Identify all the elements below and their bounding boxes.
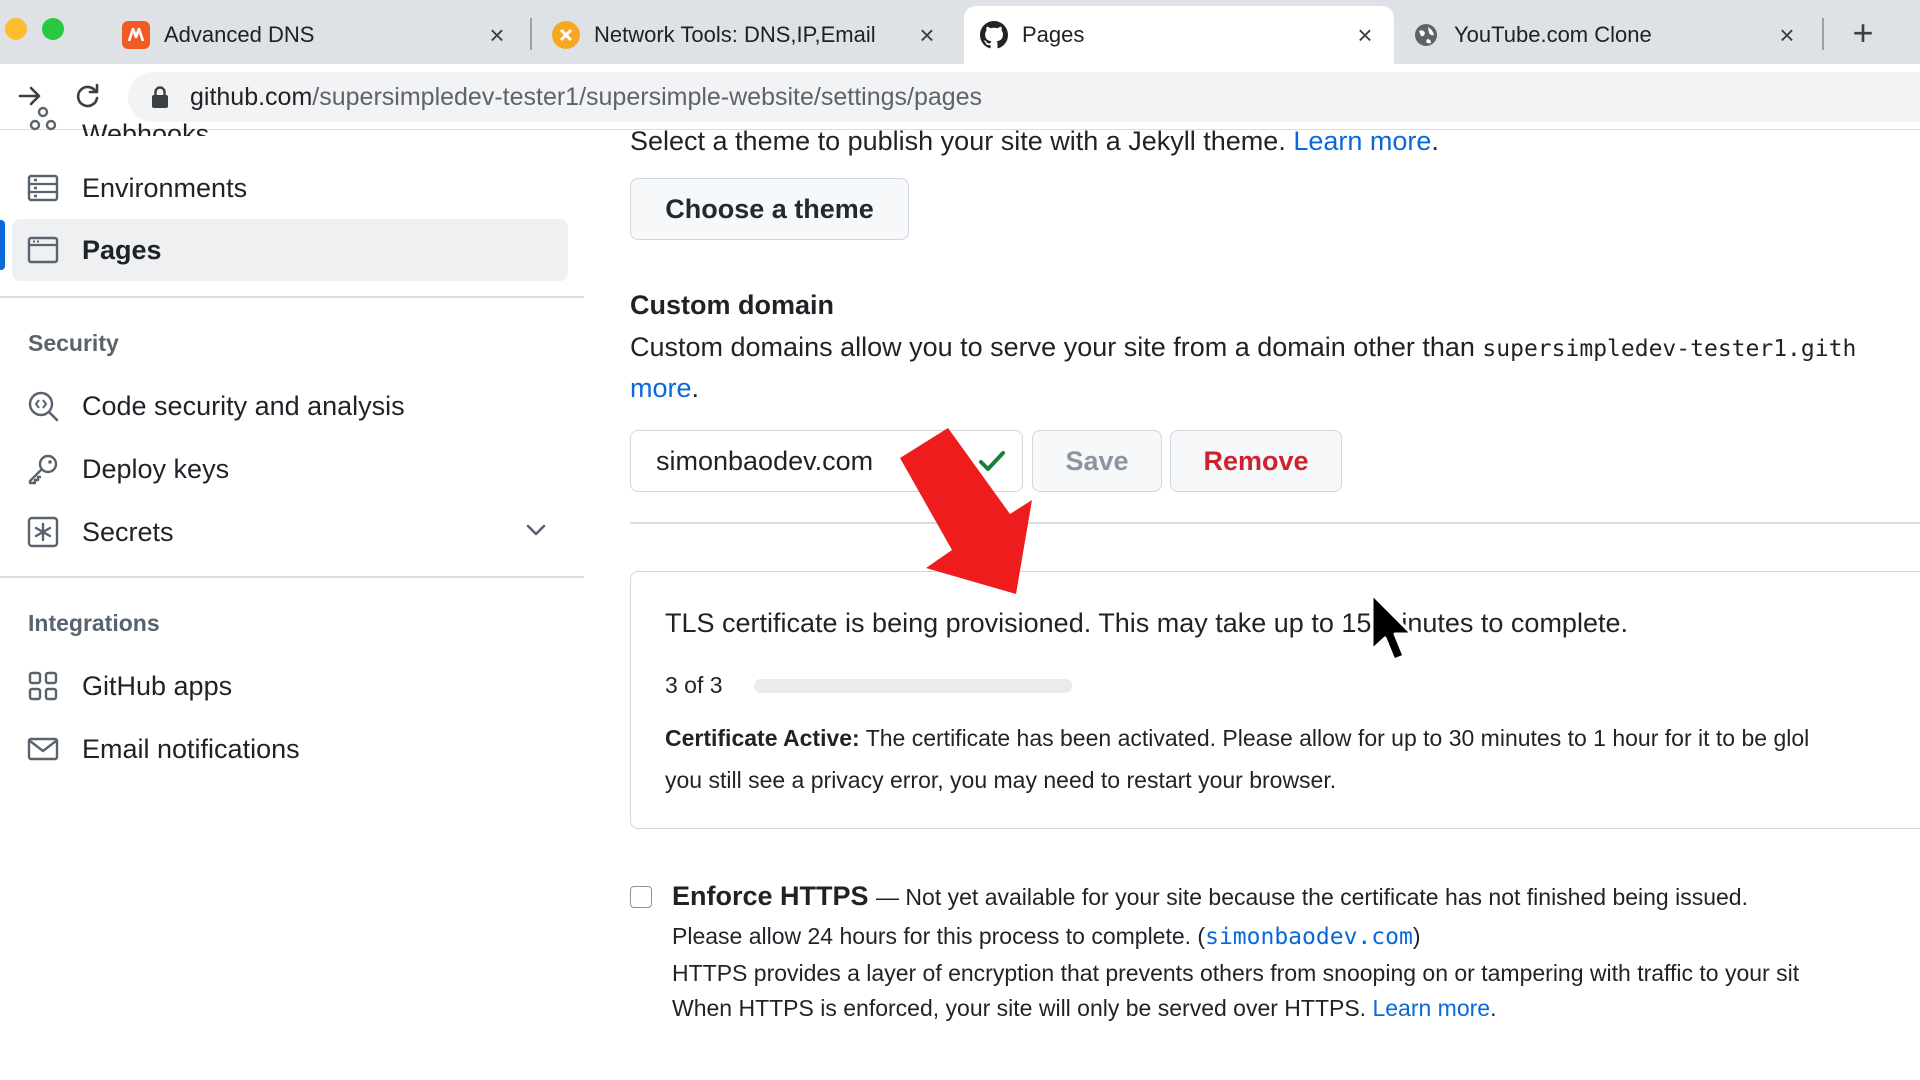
sidebar-heading-integrations: Integrations (28, 610, 160, 636)
chevron-down-icon[interactable] (524, 518, 548, 547)
tab-separator (1822, 18, 1824, 50)
tls-progress-label: 3 of 3 (665, 672, 723, 698)
webhook-icon (26, 102, 60, 136)
mxtoolbox-icon (552, 21, 580, 49)
sidebar-item-label: Environments (82, 172, 248, 203)
custom-domain-text: Custom domains allow you to serve your s… (630, 332, 1475, 362)
sidebar-item-label: Webhooks (82, 119, 210, 136)
sidebar-item-environments[interactable]: Environments (12, 157, 568, 219)
sidebar-item-email-notifications[interactable]: Email notifications (12, 718, 568, 780)
custom-domain-link[interactable]: simonbaodev.com (1205, 924, 1413, 950)
https-wait-text: Please allow 24 hours for this process t… (672, 923, 1206, 949)
tab-title: Pages (1022, 22, 1085, 47)
apps-icon (26, 669, 60, 703)
sidebar-item-label: Email notifications (82, 733, 300, 764)
red-annotation-arrow-icon (900, 428, 1032, 594)
custom-domain-more-link[interactable]: more (630, 373, 692, 403)
sidebar-item-label: Secrets (82, 516, 174, 547)
close-tab-icon[interactable]: × (1352, 20, 1378, 51)
theme-description: Select a theme to publish your site with… (630, 126, 1439, 157)
choose-theme-button[interactable]: Choose a theme (630, 178, 909, 240)
certificate-active-text-2: you still see a privacy error, you may n… (665, 767, 1337, 793)
sidebar-item-webhooks[interactable]: Webhooks (12, 96, 568, 136)
sidebar-divider (0, 576, 584, 578)
https-explainer: HTTPS provides a layer of encryption tha… (672, 960, 1800, 986)
enforce-https-label: Enforce HTTPS — Not yet available for yo… (672, 881, 1748, 912)
sidebar-item-label: Deploy keys (82, 453, 230, 484)
close-tab-icon[interactable]: × (1774, 20, 1800, 51)
https-enforced-text: When HTTPS is enforced, your site will o… (672, 995, 1367, 1021)
sidebar-item-deploy-keys[interactable]: Deploy keys (12, 438, 568, 500)
save-button[interactable]: Save (1032, 430, 1162, 492)
maximize-window-button[interactable] (42, 18, 64, 40)
close-tab-icon[interactable]: × (914, 20, 940, 51)
theme-learn-more-link[interactable]: Learn more (1293, 126, 1431, 156)
asterisk-square-icon (26, 515, 60, 549)
namecheap-icon (122, 21, 150, 49)
default-domain-code: supersimpledev-tester1.gith (1482, 336, 1857, 362)
custom-domain-heading: Custom domain (630, 290, 835, 320)
tab-separator (530, 18, 532, 50)
sidebar-item-pages[interactable]: Pages (12, 219, 568, 281)
tab-title: YouTube.com Clone (1454, 22, 1652, 47)
enforce-https-checkbox[interactable] (630, 886, 652, 908)
sidebar-item-code-security[interactable]: Code security and analysis (12, 375, 568, 437)
certificate-active-label: Certificate Active: (665, 725, 860, 751)
period: . (691, 373, 700, 403)
sidebar-heading-security: Security (28, 330, 119, 356)
sidebar-item-label: Pages (82, 234, 162, 265)
enforce-https-note: — Not yet available for your site becaus… (876, 884, 1748, 910)
tls-status-box: TLS certificate is being provisioned. Th… (630, 571, 1920, 829)
browser-tab-youtube-clone[interactable]: YouTube.com Clone × (1396, 6, 1816, 64)
browser-tab-advanced-dns[interactable]: Advanced DNS × (106, 6, 526, 64)
sidebar-divider (0, 296, 584, 298)
paren-close: ) (1412, 923, 1421, 949)
pages-settings-content: Select a theme to publish your site with… (630, 126, 1920, 1080)
mail-icon (26, 732, 60, 766)
sidebar-item-label: Code security and analysis (82, 390, 405, 421)
period: . (1490, 995, 1497, 1021)
https-learn-more-link[interactable]: Learn more (1372, 995, 1490, 1021)
server-icon (26, 171, 60, 205)
codescan-icon (26, 389, 60, 423)
tab-title: Advanced DNS (164, 22, 315, 47)
sidebar-item-github-apps[interactable]: GitHub apps (12, 655, 568, 717)
custom-domain-more: more. (630, 373, 699, 404)
active-indicator (0, 220, 5, 270)
globe-icon (1412, 21, 1440, 49)
browser-window-icon (26, 233, 60, 267)
theme-text: Select a theme to publish your site with… (630, 126, 1286, 156)
sidebar-item-secrets[interactable]: Secrets (12, 501, 568, 563)
tls-status-title: TLS certificate is being provisioned. Th… (665, 608, 1628, 638)
certificate-active-text: The certificate has been activated. Plea… (865, 725, 1810, 751)
browser-tab-strip: Advanced DNS × Network Tools: DNS,IP,Ema… (0, 0, 1920, 64)
section-divider (630, 522, 1920, 524)
github-icon (980, 21, 1008, 49)
close-tab-icon[interactable]: × (484, 20, 510, 51)
https-wait-note: Please allow 24 hours for this process t… (672, 923, 1420, 950)
custom-domain-description: Custom domains allow you to serve your s… (630, 332, 1856, 363)
browser-tab-pages[interactable]: Pages × (964, 6, 1394, 64)
minimize-window-button[interactable] (5, 18, 27, 40)
https-enforced-note: When HTTPS is enforced, your site will o… (672, 995, 1496, 1022)
key-icon (26, 452, 60, 486)
mouse-cursor-icon (1370, 592, 1414, 662)
tls-progress-fill (754, 679, 1072, 693)
period: . (1431, 126, 1439, 156)
certificate-active-message: Certificate Active: The certificate has … (665, 717, 1920, 801)
tls-progress-bar (754, 679, 1072, 693)
remove-button[interactable]: Remove (1170, 430, 1342, 492)
tab-title: Network Tools: DNS,IP,Email (594, 22, 876, 47)
custom-domain-value: simonbaodev.com (656, 445, 874, 476)
new-tab-button[interactable]: + (1843, 12, 1883, 54)
enforce-https-title: Enforce HTTPS (672, 881, 869, 911)
browser-tab-network-tools[interactable]: Network Tools: DNS,IP,Email × (536, 6, 956, 64)
settings-sidebar: Webhooks Environments Pages Security Cod… (0, 106, 584, 1080)
sidebar-item-label: GitHub apps (82, 670, 233, 701)
